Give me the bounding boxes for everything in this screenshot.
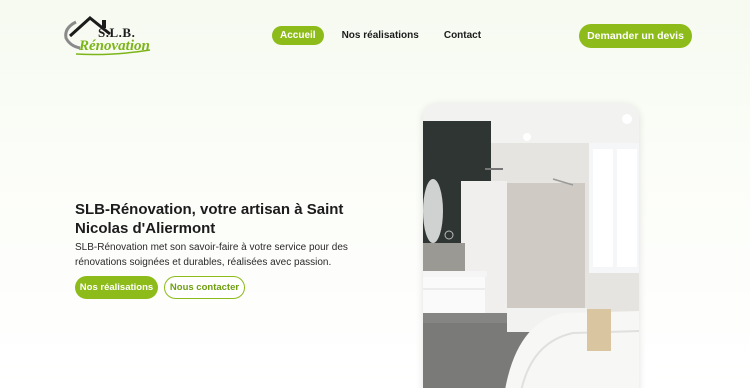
brand-name-bottom: Rénovation (79, 38, 150, 54)
nav-item-contact[interactable]: Contact (436, 26, 489, 45)
bathroom-photo (423, 103, 639, 388)
hero-description: SLB-Rénovation met son savoir-faire à vo… (75, 242, 348, 268)
request-quote-button[interactable]: Demander un devis (579, 24, 692, 48)
site-header: S.L.B. Rénovation Accueil Nos réalisatio… (0, 0, 750, 72)
nav-item-realisations[interactable]: Nos réalisations (334, 26, 427, 45)
nav-item-accueil[interactable]: Accueil (272, 26, 324, 45)
contact-button[interactable]: Nous contacter (164, 276, 245, 299)
realisations-button[interactable]: Nos réalisations (75, 276, 158, 299)
brand-logo[interactable]: S.L.B. Rénovation (62, 14, 154, 58)
main-nav: Accueil Nos réalisations Contact (272, 26, 497, 45)
hero-title: SLB-Rénovation, votre artisan à Saint Ni… (75, 201, 344, 237)
